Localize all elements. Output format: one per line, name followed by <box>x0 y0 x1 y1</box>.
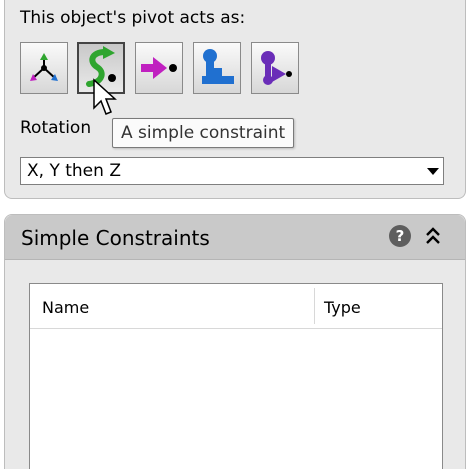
dropdown-arrow-icon[interactable] <box>427 168 439 175</box>
rotation-order-value: X, Y then Z <box>27 161 121 181</box>
hinge-button[interactable] <box>193 42 241 94</box>
panel-title: Simple Constraints <box>21 226 210 250</box>
pivot-point-icon <box>30 53 58 81</box>
rotation-order-dropdown[interactable]: X, Y then Z <box>20 157 444 185</box>
tooltip: A simple constraint <box>112 118 295 148</box>
mouse-cursor-icon <box>93 78 117 115</box>
direction-button[interactable] <box>135 42 183 94</box>
ball-joint-icon <box>261 51 292 85</box>
column-header-name[interactable]: Name <box>42 298 89 317</box>
panel-header[interactable]: Simple Constraints ? <box>5 215 465 260</box>
column-header-type[interactable]: Type <box>324 298 361 317</box>
direction-icon <box>141 57 177 79</box>
collapse-chevron-icon[interactable] <box>423 226 443 246</box>
constraints-list[interactable]: Name Type <box>29 283 443 469</box>
simple-constraints-panel: Simple Constraints ? Name Type <box>4 214 466 469</box>
hinge-icon <box>202 49 234 84</box>
ball-joint-button[interactable] <box>251 42 299 94</box>
help-icon[interactable]: ? <box>389 225 411 247</box>
list-header: Name Type <box>30 284 442 329</box>
pivot-point-button[interactable] <box>20 42 68 94</box>
column-divider[interactable] <box>314 288 315 324</box>
rotation-label: Rotation <box>20 118 92 138</box>
pivot-section-title: This object's pivot acts as: <box>20 8 246 28</box>
